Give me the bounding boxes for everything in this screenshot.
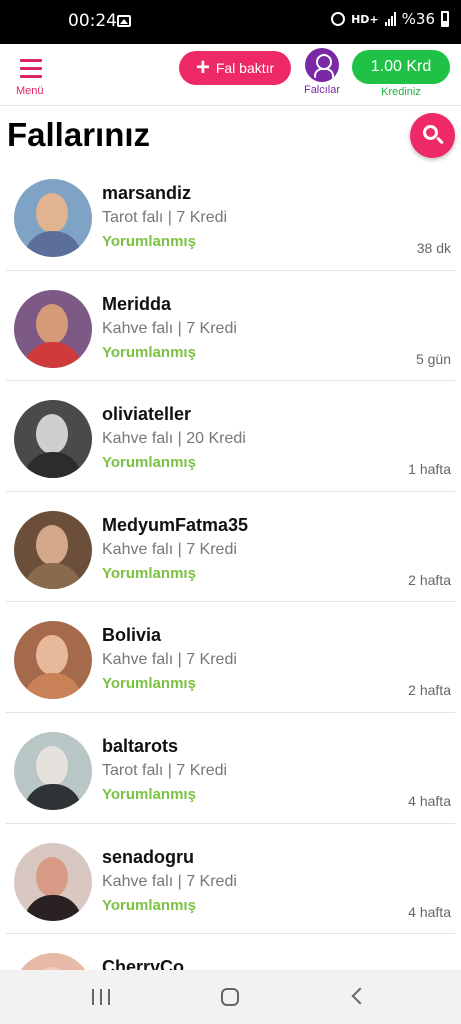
reading-status: Yorumlanmış [102, 675, 196, 693]
signal-icon [384, 12, 396, 26]
avatar [14, 621, 92, 700]
status-time: 00:24 [68, 11, 117, 31]
avatar [14, 510, 92, 589]
reader-name: MedyumFatma35 [102, 514, 249, 535]
avatar-face [36, 303, 68, 344]
reading-status: Yorumlanmış [102, 785, 196, 803]
avatar-body [24, 341, 82, 368]
home-icon[interactable] [221, 988, 239, 1006]
reading-time: 5 gün [415, 350, 451, 367]
list-item[interactable]: MedyumFatma35 Kahve falı | 7 Kredi Yorum… [6, 492, 455, 603]
reader-name: baltarots [102, 735, 179, 756]
reader-name: marsandiz [102, 183, 192, 203]
search-icon-handle [436, 136, 444, 145]
back-icon[interactable] [351, 987, 369, 1005]
alarm-icon [331, 12, 346, 26]
plus-icon: + [195, 54, 210, 81]
avatar [14, 731, 92, 810]
reader-name: oliviateller [102, 404, 192, 425]
reading-meta: Kahve falı | 20 Kredi [102, 430, 246, 448]
avatar [14, 953, 92, 970]
list-item[interactable]: oliviateller Kahve falı | 20 Kredi Yorum… [6, 381, 455, 492]
reading-meta: Kahve falı | 7 Kredi [102, 540, 237, 558]
avatar-face [36, 524, 68, 565]
avatar-body [24, 452, 82, 479]
avatar-body [24, 673, 82, 700]
menu-label: Menü [16, 85, 44, 97]
menu-button[interactable]: Menü [12, 54, 52, 102]
list-item[interactable]: Bolivia Kahve falı | 7 Kredi Yorumlanmış… [6, 602, 455, 713]
avatar-body [24, 231, 82, 257]
hamburger-icon [20, 59, 42, 83]
reading-status: Yorumlanmış [102, 454, 196, 472]
reader-name: Bolivia [102, 625, 162, 646]
reading-time: 2 hafta [408, 571, 451, 588]
recent-apps-icon[interactable] [92, 989, 110, 1005]
reading-time: 2 hafta [408, 682, 451, 699]
falcilar-button[interactable]: Falcılar [298, 48, 346, 102]
page-title: Fallarınız [7, 116, 151, 153]
reading-meta: Kahve falı | 7 Kredi [102, 651, 237, 669]
reading-status: Yorumlanmış [102, 233, 196, 250]
list-item[interactable]: senadogru Kahve falı | 7 Kredi Yorumlanm… [6, 824, 455, 935]
avatar-face [36, 856, 68, 897]
battery-icon [441, 11, 449, 27]
avatar [14, 842, 92, 921]
reading-status: Yorumlanmış [102, 564, 196, 582]
list-item[interactable]: baltarots Tarot falı | 7 Kredi Yorumlanm… [6, 713, 455, 824]
reading-meta: Tarot falı | 7 Kredi [102, 209, 228, 226]
reading-meta: Kahve falı | 7 Kredi [102, 872, 237, 890]
avatar-face [36, 635, 68, 676]
reading-time: 38 dk [416, 240, 451, 256]
battery-percent: %36 [401, 10, 435, 28]
fortune-teller-icon [305, 48, 339, 82]
reader-name: senadogru [102, 846, 195, 867]
avatar-face [36, 745, 68, 786]
avatar-face [36, 414, 68, 455]
falcilar-label: Falcılar [303, 84, 341, 96]
credit-button[interactable]: 1.00 Krd [352, 50, 450, 84]
gallery-icon [117, 15, 131, 27]
reading-time: 1 hafta [408, 461, 451, 478]
reading-time: 4 hafta [408, 792, 451, 809]
top-bar: Menü + Fal baktır Falcılar 1.00 Krd Kred… [0, 44, 461, 106]
fal-baktir-button[interactable]: + Fal baktır [179, 51, 291, 85]
status-bar: 00:24 HD+ %36 [0, 0, 461, 44]
readings-list[interactable]: marsandiz Tarot falı | 7 Kredi Yorumlanm… [0, 160, 461, 970]
avatar-face [36, 193, 68, 233]
reading-meta: Tarot falı | 7 Kredi [102, 761, 228, 779]
reading-status: Yorumlanmış [102, 343, 196, 361]
navigation-bar [0, 970, 461, 1024]
reading-time: 4 hafta [408, 903, 451, 920]
reading-meta: Kahve falı | 7 Kredi [102, 319, 237, 337]
avatar-body [24, 783, 82, 810]
network-type: HD+ [351, 12, 379, 26]
avatar-body [24, 562, 82, 589]
search-button[interactable] [410, 113, 455, 158]
avatar [14, 400, 92, 479]
status-indicators: HD+ %36 [331, 10, 449, 28]
avatar [14, 179, 92, 257]
list-item[interactable]: Meridda Kahve falı | 7 Kredi Yorumlanmış… [6, 271, 455, 382]
list-item[interactable]: CherryCo [6, 934, 455, 970]
reader-name: Meridda [102, 293, 172, 314]
avatar-body [24, 894, 82, 921]
list-item[interactable]: marsandiz Tarot falı | 7 Kredi Yorumlanm… [6, 160, 455, 271]
reader-name: CherryCo [102, 957, 185, 970]
avatar [14, 289, 92, 368]
credit-label: Krediniz [381, 86, 421, 98]
fal-baktir-label: Fal baktır [215, 60, 275, 76]
reading-status: Yorumlanmış [102, 896, 196, 914]
